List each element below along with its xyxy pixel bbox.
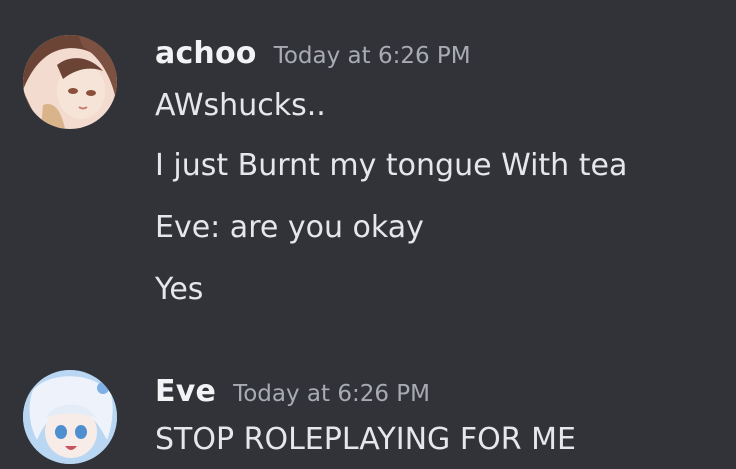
message-group-eve: Eve Today at 6:26 PM STOP ROLEPLAYING FO…: [0, 340, 736, 469]
anime-avatar-brown-hair-icon: [23, 35, 117, 129]
username[interactable]: Eve: [155, 374, 216, 409]
message-text: I just Burnt my tongue With tea: [155, 148, 628, 183]
avatar-eve[interactable]: [23, 370, 117, 464]
message-header: achoo Today at 6:26 PM: [155, 36, 471, 71]
timestamp[interactable]: Today at 6:26 PM: [233, 381, 430, 407]
chat-message-list: achoo Today at 6:26 PM AWshucks.. I just…: [0, 0, 736, 469]
message-text: AWshucks..: [155, 88, 326, 123]
username[interactable]: achoo: [155, 36, 257, 71]
message-group-achoo: achoo Today at 6:26 PM AWshucks.. I just…: [0, 0, 736, 340]
timestamp[interactable]: Today at 6:26 PM: [274, 43, 471, 69]
message-text: Eve: are you okay: [155, 210, 424, 245]
message-text: Yes: [155, 272, 204, 307]
avatar-achoo[interactable]: [23, 35, 117, 129]
anime-avatar-white-hair-icon: [23, 370, 117, 464]
message-header: Eve Today at 6:26 PM: [155, 374, 430, 409]
message-text: STOP ROLEPLAYING FOR ME: [155, 422, 576, 457]
